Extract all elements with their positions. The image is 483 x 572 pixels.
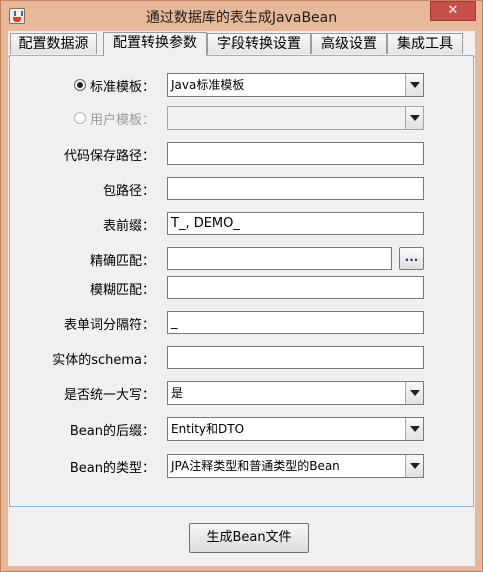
chevron-down-icon[interactable] [405, 455, 423, 477]
exact-match-label: 精确匹配： [89, 254, 155, 269]
uppercase-select[interactable]: 是 [167, 381, 424, 405]
generate-bean-button[interactable]: 生成Bean文件 [189, 523, 309, 553]
standard-template-label: 标准模板： [90, 80, 156, 95]
entity-schema-input[interactable] [167, 346, 424, 369]
fuzzy-match-label: 模糊匹配： [89, 283, 155, 298]
bean-suffix-select[interactable]: Entity和DTO [167, 417, 424, 441]
table-prefix-input[interactable]: T_, DEMO_ [167, 212, 424, 235]
bean-type-label: Bean的类型： [69, 461, 155, 476]
window-title: 通过数据库的表生成JavaBean [145, 10, 338, 26]
exact-match-browse-button[interactable]: ... [399, 247, 424, 270]
action-bar: 生成Bean文件 [8, 507, 475, 566]
tab-conversion-params[interactable]: 配置转换参数 [103, 32, 207, 56]
user-template-radio[interactable] [74, 112, 86, 124]
tab-integration-tools[interactable]: 集成工具 [387, 33, 463, 54]
bean-type-value: JPA注释类型和普通类型的Bean [171, 459, 340, 473]
package-path-label: 包路径： [102, 184, 155, 199]
standard-template-value: Java标准模板 [171, 78, 245, 92]
title-bar[interactable]: 通过数据库的表生成JavaBean ✕ [1, 1, 482, 31]
word-separator-input[interactable]: _ [167, 311, 424, 334]
save-path-label: 代码保存路径： [63, 149, 155, 164]
chevron-down-icon[interactable] [405, 382, 423, 404]
table-prefix-label: 表前缀： [102, 219, 155, 234]
standard-template-radio[interactable] [74, 79, 86, 91]
user-template-label: 用户模板： [90, 113, 156, 128]
entity-schema-label: 实体的schema： [52, 353, 155, 368]
tab-strip: 配置数据源 配置转换参数 字段转换设置 高级设置 集成工具 [8, 32, 475, 57]
fuzzy-match-input[interactable] [167, 276, 424, 299]
java-app-icon [9, 8, 25, 24]
package-path-input[interactable] [167, 177, 424, 200]
app-window: 通过数据库的表生成JavaBean ✕ 配置数据源 配置转换参数 字段转换设置 … [0, 0, 483, 572]
user-template-select[interactable] [167, 106, 424, 130]
exact-match-input[interactable] [167, 247, 392, 270]
save-path-input[interactable] [167, 142, 424, 165]
client-area: 配置数据源 配置转换参数 字段转换设置 高级设置 集成工具 标准模板： Java… [8, 31, 475, 566]
tab-datasource[interactable]: 配置数据源 [10, 33, 97, 54]
close-button[interactable]: ✕ [430, 1, 476, 21]
uppercase-value: 是 [171, 386, 184, 400]
chevron-down-icon[interactable] [405, 107, 423, 129]
bean-suffix-value: Entity和DTO [171, 422, 245, 436]
tab-advanced[interactable]: 高级设置 [311, 33, 387, 54]
chevron-down-icon[interactable] [405, 418, 423, 440]
standard-template-select[interactable]: Java标准模板 [167, 73, 424, 97]
tab-field-conversion[interactable]: 字段转换设置 [207, 33, 311, 54]
word-separator-label: 表单词分隔符： [63, 318, 155, 333]
chevron-down-icon[interactable] [405, 74, 423, 96]
bean-suffix-label: Bean的后缀： [69, 424, 155, 439]
conversion-params-panel: 标准模板： Java标准模板 用户模板： 代码保存路径： 包路径： 表前缀： T… [9, 55, 474, 507]
bean-type-select[interactable]: JPA注释类型和普通类型的Bean [167, 454, 424, 478]
uppercase-label: 是否统一大写： [63, 388, 155, 403]
